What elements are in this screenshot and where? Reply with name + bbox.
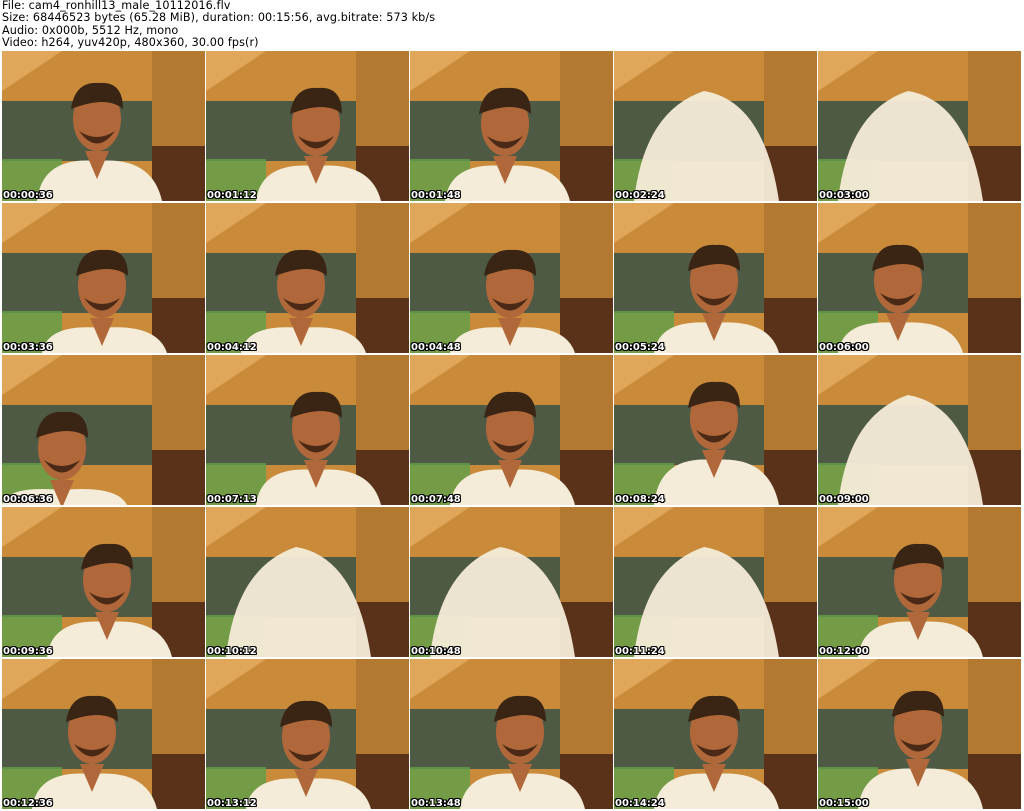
video-thumbnail: 00:12:00 [818, 507, 1021, 657]
video-info-line: Video: h264, yuv420p, 480x360, 30.00 fps… [2, 36, 259, 50]
video-thumbnail: 00:07:13 [206, 355, 409, 505]
thumbnail-timestamp: 00:02:24 [615, 190, 665, 201]
file-size-line: Size: 68446523 bytes (65.28 MiB), durati… [2, 11, 436, 25]
thumbnail-grid: 00:00:36 00:01:12 00:01:48 00:02:24 00:0… [2, 51, 1022, 811]
video-thumbnail: 00:14:24 [614, 659, 817, 809]
video-thumbnail: 00:01:12 [206, 51, 409, 201]
thumbnail-timestamp: 00:03:00 [819, 190, 869, 201]
thumbnail-timestamp: 00:00:36 [3, 190, 53, 201]
thumbnail-timestamp: 00:13:48 [411, 798, 461, 809]
thumbnail-timestamp: 00:04:48 [411, 342, 461, 353]
video-thumbnail: 00:06:00 [818, 203, 1021, 353]
video-thumbnail: 00:13:12 [206, 659, 409, 809]
video-thumbnail: 00:06:36 [2, 355, 205, 505]
video-thumbnail: 00:04:48 [410, 203, 613, 353]
video-thumbnail: 00:08:24 [614, 355, 817, 505]
video-thumbnail: 00:01:48 [410, 51, 613, 201]
thumbnail-timestamp: 00:06:00 [819, 342, 869, 353]
video-thumbnail: 00:10:12 [206, 507, 409, 657]
thumbnail-timestamp: 00:10:48 [411, 646, 461, 657]
thumbnail-timestamp: 00:04:12 [207, 342, 257, 353]
video-thumbnail: 00:00:36 [2, 51, 205, 201]
thumbnail-timestamp: 00:08:24 [615, 494, 665, 505]
thumbnail-timestamp: 00:12:00 [819, 646, 869, 657]
video-thumbnail: 00:15:00 [818, 659, 1021, 809]
thumbnail-timestamp: 00:12:36 [3, 798, 53, 809]
file-info-header: File: cam4_ronhill13_male_10112016.flv S… [2, 0, 435, 50]
video-thumbnail: 00:03:00 [818, 51, 1021, 201]
video-thumbnail: 00:09:36 [2, 507, 205, 657]
thumbnail-timestamp: 00:11:24 [615, 646, 665, 657]
thumbnail-timestamp: 00:10:12 [207, 646, 257, 657]
video-thumbnail: 00:12:36 [2, 659, 205, 809]
video-thumbnail: 00:03:36 [2, 203, 205, 353]
thumbnail-timestamp: 00:09:00 [819, 494, 869, 505]
thumbnail-timestamp: 00:09:36 [3, 646, 53, 657]
thumbnail-timestamp: 00:13:12 [207, 798, 257, 809]
video-thumbnail: 00:05:24 [614, 203, 817, 353]
video-thumbnail: 00:13:48 [410, 659, 613, 809]
thumbnail-timestamp: 00:05:24 [615, 342, 665, 353]
video-thumbnail: 00:02:24 [614, 51, 817, 201]
thumbnail-timestamp: 00:06:36 [3, 494, 53, 505]
video-thumbnail: 00:09:00 [818, 355, 1021, 505]
thumbnail-timestamp: 00:03:36 [3, 342, 53, 353]
thumbnail-timestamp: 00:07:48 [411, 494, 461, 505]
thumbnail-timestamp: 00:01:48 [411, 190, 461, 201]
thumbnail-timestamp: 00:15:00 [819, 798, 869, 809]
video-thumbnail: 00:10:48 [410, 507, 613, 657]
thumbnail-timestamp: 00:07:13 [207, 494, 257, 505]
thumbnail-timestamp: 00:14:24 [615, 798, 665, 809]
video-thumbnail: 00:11:24 [614, 507, 817, 657]
video-thumbnail: 00:04:12 [206, 203, 409, 353]
thumbnail-timestamp: 00:01:12 [207, 190, 257, 201]
video-thumbnail: 00:07:48 [410, 355, 613, 505]
